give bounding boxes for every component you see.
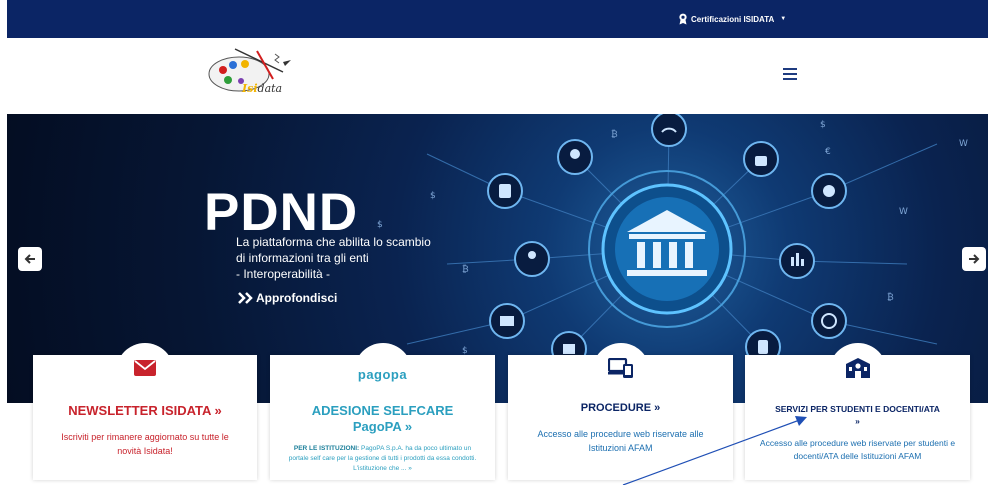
- procedure-card[interactable]: PROCEDURE » Accesso alle procedure web r…: [508, 343, 733, 480]
- svg-text:₿: ₿: [462, 264, 469, 275]
- servizi-studenti-card[interactable]: SERVIZI PER STUDENTI E DOCENTI/ATA » Acc…: [745, 343, 970, 480]
- site-header: Isidata: [7, 38, 988, 114]
- svg-text:₿: ₿: [887, 292, 894, 303]
- double-chevron-right-icon: [238, 292, 253, 304]
- servizi-title[interactable]: SERVIZI PER STUDENTI E DOCENTI/ATA »: [745, 403, 970, 427]
- procedure-title[interactable]: PROCEDURE »: [508, 402, 733, 414]
- logo-wordmark: Isidata: [242, 82, 283, 95]
- svg-text:W: W: [959, 139, 968, 149]
- svg-text:₿: ₿: [611, 129, 618, 140]
- newsletter-title[interactable]: NEWSLETTER ISIDATA »: [33, 403, 257, 418]
- procedure-desc: Accesso alle procedure web riservate all…: [537, 429, 704, 453]
- page-frame: Certificazioni ISIDATA ▼ Isidata $ $ ₿ $…: [7, 0, 988, 485]
- selfcare-pagopa-card[interactable]: pagopa ADESIONE SELFCARE PagoPA » PER LE…: [270, 343, 495, 480]
- envelope-icon: [134, 360, 156, 376]
- svg-text:€: €: [825, 147, 831, 157]
- carousel-prev-button[interactable]: [18, 247, 42, 271]
- servizi-desc: Accesso alle procedure web riservate per…: [759, 438, 956, 461]
- school-icon: [845, 358, 870, 378]
- selfcare-title[interactable]: ADESIONE SELFCARE PagoPA »: [270, 403, 495, 435]
- svg-text:$: $: [377, 220, 383, 230]
- hamburger-icon[interactable]: [783, 68, 797, 80]
- certificazioni-dropdown[interactable]: Certificazioni ISIDATA ▼: [678, 13, 786, 25]
- hero-subtitle: La piattaforma che abilita lo scambio di…: [236, 235, 431, 281]
- chevron-down-icon: ▼: [780, 16, 787, 22]
- approfondisci-link[interactable]: Approfondisci: [238, 291, 337, 305]
- arrow-left-icon: [24, 254, 35, 264]
- pagopa-logo: pagopa: [357, 367, 408, 382]
- selfcare-desc: PER LE ISTITUZIONI: PagoPA S.p.A. ha da …: [278, 444, 487, 474]
- palette-logo-icon: [208, 48, 291, 92]
- hero-headline: PDND: [204, 183, 359, 242]
- svg-text:$: $: [430, 191, 436, 201]
- devices-icon: [607, 358, 633, 378]
- svg-text:W: W: [899, 207, 908, 217]
- newsletter-card[interactable]: NEWSLETTER ISIDATA » Iscriviti per riman…: [33, 343, 257, 480]
- isidata-logo[interactable]: Isidata: [205, 46, 297, 106]
- arrow-right-icon: [969, 254, 980, 264]
- approfondisci-label: Approfondisci: [256, 291, 338, 305]
- certificazioni-label: Certificazioni ISIDATA: [691, 14, 775, 24]
- svg-text:$: $: [820, 120, 826, 130]
- carousel-next-button[interactable]: [962, 247, 986, 271]
- newsletter-desc: Iscriviti per rimanere aggiornato su tut…: [61, 432, 229, 456]
- award-icon: [679, 13, 687, 25]
- selfcare-read-more-link[interactable]: L'istituzione che ... »: [278, 464, 487, 474]
- top-bar: Certificazioni ISIDATA ▼: [7, 0, 988, 38]
